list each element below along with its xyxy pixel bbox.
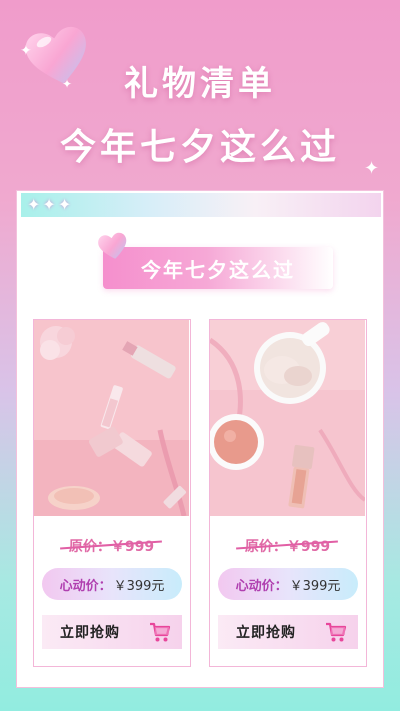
page-title: 礼物清单 — [124, 64, 276, 104]
buy-now-button[interactable]: 立即抢购 — [218, 615, 358, 649]
shopping-cart-icon — [326, 622, 347, 642]
page-subtitle: 今年七夕这么过 — [59, 127, 340, 168]
heart-icon — [98, 232, 127, 259]
original-price: 原价：￥999 — [34, 536, 189, 556]
sale-price-pill: 心动价： ￥399元 — [42, 568, 182, 600]
sale-price-value: ￥399元 — [289, 578, 341, 594]
section-banner: 今年七夕这么过 — [103, 247, 333, 289]
sale-price-label: 心动价： — [59, 578, 112, 594]
product-image-cosmetics — [34, 320, 189, 516]
card-top-bar: ✦✦✦ — [21, 193, 381, 217]
sale-price-value: ￥399元 — [113, 578, 165, 594]
product-image-skincare — [210, 320, 365, 516]
sale-price-pill: 心动价： ￥399元 — [218, 568, 358, 600]
gift-list-card: ✦✦✦ 今年七夕这么过 原价：￥999 心动价： ￥399元 立即抢购 原价：￥… — [16, 190, 384, 688]
buy-now-button[interactable]: 立即抢购 — [42, 615, 182, 649]
sparkle-icon: ✦✦✦ — [27, 195, 74, 214]
buy-now-label: 立即抢购 — [236, 625, 296, 641]
shopping-cart-icon — [150, 622, 171, 642]
product-card[interactable]: 原价：￥999 心动价： ￥399元 立即抢购 — [33, 319, 191, 667]
buy-now-label: 立即抢购 — [60, 625, 120, 641]
sale-price-label: 心动价： — [235, 578, 288, 594]
product-card[interactable]: 原价：￥999 心动价： ￥399元 立即抢购 — [209, 319, 367, 667]
original-price: 原价：￥999 — [210, 536, 365, 556]
